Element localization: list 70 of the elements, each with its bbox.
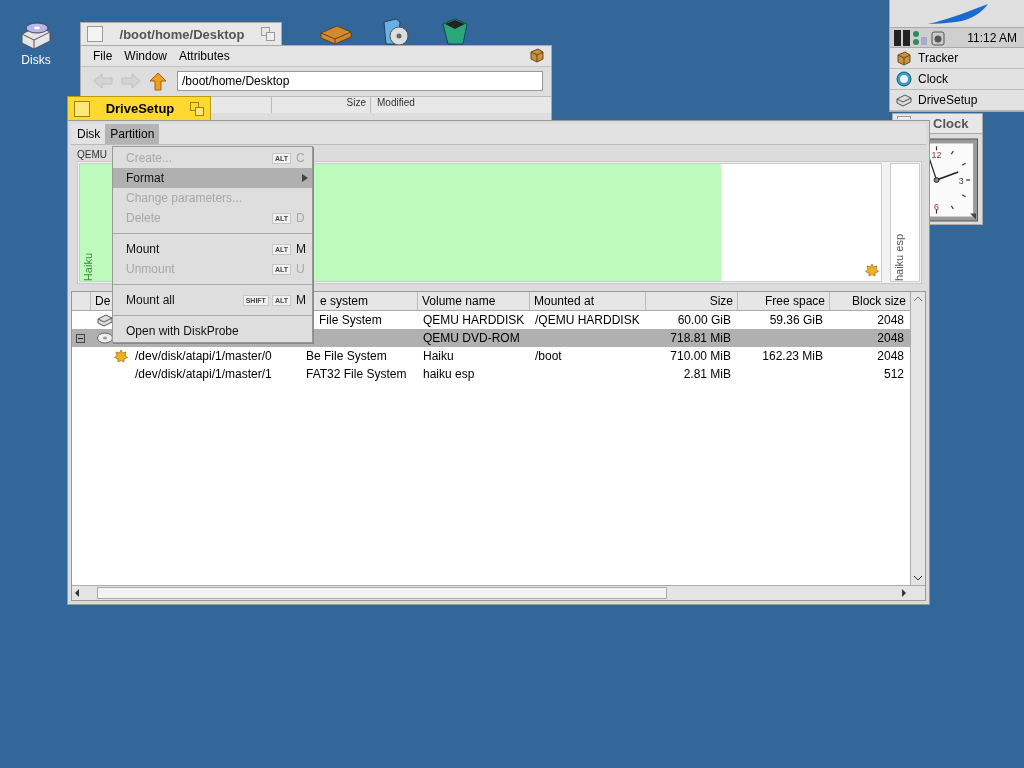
window-title: Clock — [932, 116, 969, 131]
table-cell-text: Haiku — [422, 349, 455, 363]
table-cell-text: 718.81 MiB — [669, 331, 732, 345]
table-row[interactable]: /dev/disk/atapi/1/master/1 FAT32 File System haiku esp 2.81 MiB 512 — [72, 365, 910, 383]
table-cell-text: 60.00 GiB — [676, 313, 732, 327]
clock-icon — [896, 71, 912, 87]
close-box[interactable] — [74, 100, 90, 117]
table-cell-text: File System — [318, 313, 383, 327]
book-icon[interactable] — [320, 24, 352, 45]
disk-drive-icon[interactable] — [19, 20, 53, 52]
column-header[interactable]: Size — [645, 292, 737, 310]
table-cell-text: FAT32 File System — [305, 367, 408, 381]
table-row[interactable]: /dev/disk/atapi/1/master/0 Be File System Haiku /boot 710.00 MiB 162.23 MiB 2048 — [72, 347, 910, 365]
window-title: DriveSetup — [104, 101, 176, 116]
table-cell-text: haiku esp — [422, 367, 476, 381]
table-cell-text: 2048 — [876, 313, 905, 327]
column-header[interactable]: Modified — [371, 97, 551, 113]
cd-icon[interactable] — [380, 18, 412, 45]
column-header[interactable]: Volume name — [417, 292, 529, 310]
table-cell-text: 162.23 MiB — [761, 349, 824, 363]
menu-item[interactable]: File — [87, 47, 119, 65]
up-arrow-icon[interactable] — [149, 71, 167, 91]
table-cell: /dev/disk/atapi/1/master/1 — [135, 367, 272, 381]
zoom-icon[interactable] — [261, 27, 275, 41]
shortcut-key: M — [296, 242, 308, 256]
app-item[interactable]: Clock — [890, 69, 1024, 90]
table-cell-text: QEMU HARDDISK — [422, 313, 526, 327]
close-box[interactable] — [897, 116, 911, 119]
speaker-icon[interactable] — [930, 29, 946, 46]
table-cell-text: 59.36 GiB — [768, 313, 824, 327]
column-header[interactable]: Mounted at — [529, 292, 645, 310]
path-field[interactable]: /boot/home/Desktop — [177, 71, 543, 91]
window-title: /boot/home/Desktop — [118, 26, 246, 42]
column-header[interactable]: Free space — [737, 292, 829, 310]
table-cell-text: /QEMU HARDDISK — [534, 313, 641, 327]
table-cell-text: Be File System — [305, 349, 388, 363]
disk-label: QEMU — [77, 149, 107, 160]
table-cell-text: 710.00 MiB — [669, 349, 732, 363]
partition-name: haiku esp — [892, 232, 906, 281]
partition-block[interactable]: haiku esp — [890, 163, 920, 282]
collapse-toggle[interactable] — [76, 333, 85, 343]
scrollbar-thumb[interactable] — [97, 587, 667, 599]
clock-numeral: 3 — [958, 175, 964, 186]
partition-name: Haiku — [81, 251, 95, 281]
boot-leaf-icon — [865, 263, 879, 277]
column-header[interactable]: Size — [272, 97, 371, 113]
cabinet-icon — [896, 50, 912, 66]
table-cell-text: QEMU DVD-ROM — [422, 331, 521, 345]
resize-handle[interactable] — [970, 213, 976, 220]
table-cell-text: /boot — [534, 349, 563, 363]
table-cell: /dev/disk/atapi/1/master/0 — [135, 349, 272, 363]
table-cell-text: 2.81 MiB — [682, 367, 732, 381]
cabinet-icon[interactable] — [529, 46, 545, 63]
clock-numeral: 6 — [934, 201, 939, 212]
clock-numeral: 12 — [931, 150, 942, 161]
trash-can-icon[interactable] — [440, 18, 470, 45]
close-box[interactable] — [87, 26, 103, 42]
icon-label: Disks — [21, 53, 51, 67]
table-cell-text: 2048 — [876, 331, 905, 345]
menu-item[interactable]: Format — [113, 168, 312, 188]
app-item[interactable]: Tracker — [890, 48, 1024, 69]
menu-item[interactable]: Attributes — [173, 47, 236, 65]
cpu-monitor-icon[interactable] — [894, 29, 910, 46]
table-cell-text: 2048 — [876, 349, 905, 363]
menu-item[interactable]: Disk — [72, 124, 106, 144]
table-cell-text: 512 — [882, 367, 905, 381]
disk-drive-icon — [896, 93, 912, 107]
zoom-icon[interactable] — [190, 101, 204, 116]
menu-item[interactable]: Partition — [105, 124, 160, 144]
menu-item[interactable]: Window — [118, 47, 174, 65]
